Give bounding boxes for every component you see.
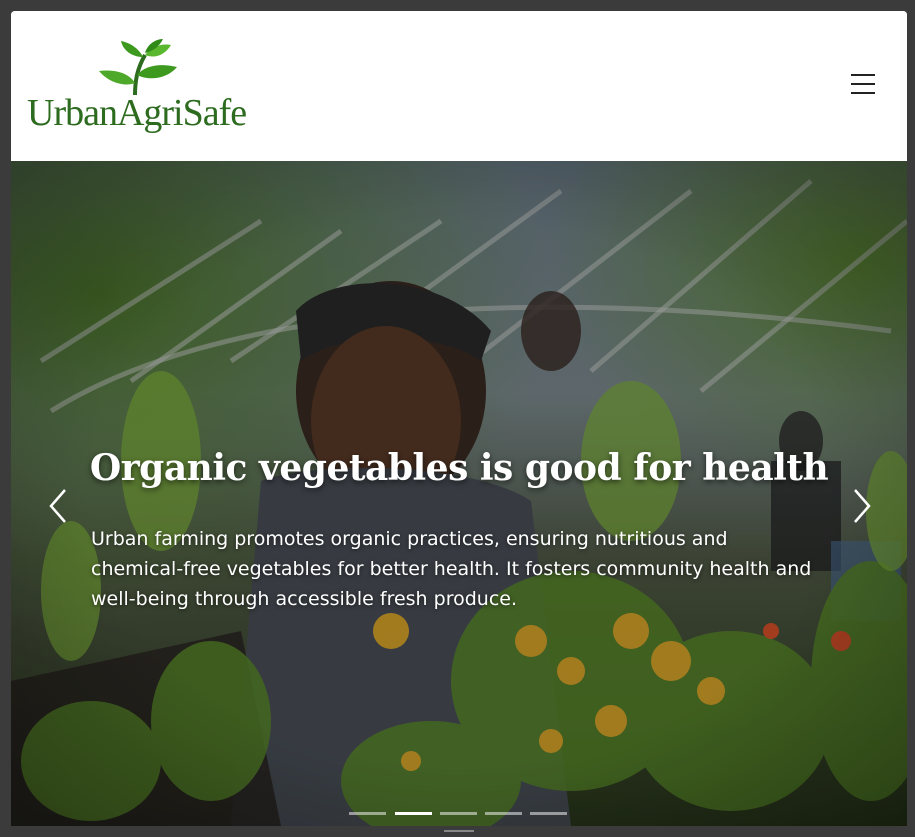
scroll-handle[interactable] [444,830,474,832]
carousel-next-button[interactable] [845,486,881,526]
carousel-prev-button[interactable] [39,486,75,526]
carousel-indicator[interactable] [485,812,522,815]
hero-carousel: Organic vegetables is good for health Ur… [11,161,907,826]
navbar: UrbanAgriSafe [11,11,907,161]
brand-logo[interactable]: UrbanAgriSafe [27,39,247,139]
sprout-leaves-icon [99,39,177,95]
carousel-indicator-active[interactable] [395,812,432,815]
hero-background-image [11,161,907,826]
hero-description: Urban farming promotes organic practices… [91,528,812,610]
carousel-indicators [349,812,569,818]
page-frame: UrbanAgriSafe Organic vegetables is good… [11,11,907,826]
chevron-right-icon [854,489,871,523]
hamburger-menu-button[interactable] [843,69,883,103]
hero-title: Organic vegetables is good for health [89,447,829,490]
carousel-indicator[interactable] [440,812,477,815]
carousel-indicator[interactable] [530,812,567,815]
carousel-indicator[interactable] [349,812,386,815]
brand-name: UrbanAgriSafe [27,92,247,134]
chevron-left-icon [49,489,66,523]
